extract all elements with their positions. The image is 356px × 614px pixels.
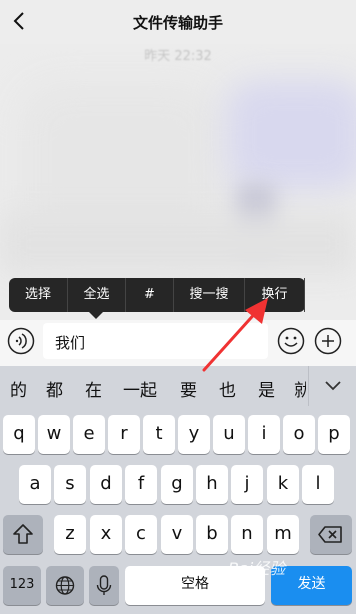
key-j[interactable]: j: [231, 465, 263, 504]
shift-icon: [13, 524, 33, 544]
key-u[interactable]: u: [213, 415, 245, 454]
context-menu: 选择 全选 # 搜一搜 换行: [9, 278, 305, 319]
message-input-text: 我们: [55, 334, 86, 352]
message-input[interactable]: 我们: [43, 323, 268, 359]
candidate-bar: 的 都 在 一起 要 也 是 就: [0, 366, 356, 406]
numbers-key[interactable]: 123: [3, 566, 41, 605]
plus-icon[interactable]: [314, 327, 342, 355]
key-m[interactable]: m: [267, 515, 299, 554]
key-z[interactable]: z: [54, 515, 86, 554]
emoji-icon[interactable]: [277, 327, 305, 355]
globe-icon: [55, 576, 75, 595]
key-g[interactable]: g: [161, 465, 193, 504]
candidate-word[interactable]: 要: [180, 376, 197, 401]
blurred-message-bubble: [226, 80, 356, 190]
key-y[interactable]: y: [178, 415, 210, 454]
candidate-word[interactable]: 一起: [123, 376, 157, 401]
menu-select[interactable]: 选择: [9, 278, 68, 312]
key-k[interactable]: k: [267, 465, 299, 504]
key-t[interactable]: t: [143, 415, 175, 454]
chat-title: 文件传输助手: [132, 14, 223, 32]
menu-select-all[interactable]: 全选: [68, 278, 126, 312]
watermark: Bai经验: [228, 559, 286, 578]
candidate-word[interactable]: 的: [10, 376, 27, 401]
microphone-key[interactable]: [89, 566, 119, 605]
key-a[interactable]: a: [19, 465, 51, 504]
chevron-down-icon: [325, 381, 341, 391]
menu-search[interactable]: 搜一搜: [174, 278, 245, 312]
key-f[interactable]: f: [125, 465, 157, 504]
menu-hashtag[interactable]: #: [126, 278, 174, 312]
key-w[interactable]: w: [38, 415, 70, 454]
blurred-message: [0, 214, 356, 274]
key-n[interactable]: n: [231, 515, 263, 554]
candidate-word[interactable]: 就: [294, 376, 306, 401]
key-e[interactable]: e: [73, 415, 105, 454]
key-q[interactable]: q: [3, 415, 35, 454]
key-d[interactable]: d: [90, 465, 122, 504]
key-o[interactable]: o: [283, 415, 315, 454]
key-v[interactable]: v: [161, 515, 193, 554]
expand-candidates-button[interactable]: [308, 366, 356, 406]
key-h[interactable]: h: [196, 465, 228, 504]
voice-icon[interactable]: [7, 327, 35, 355]
microphone-icon: [96, 575, 112, 595]
candidate-word[interactable]: 是: [258, 376, 275, 401]
backspace-icon: [318, 526, 342, 543]
backspace-key[interactable]: [310, 515, 352, 554]
key-b[interactable]: b: [196, 515, 228, 554]
globe-key[interactable]: [46, 566, 84, 605]
key-s[interactable]: s: [54, 465, 86, 504]
chat-timestamp: 昨天 22:32: [144, 49, 212, 64]
keyboard: 的 都 在 一起 要 也 是 就 q w e r t y u i o p a s…: [0, 366, 356, 614]
input-bar: 我们: [0, 320, 356, 366]
key-r[interactable]: r: [108, 415, 140, 454]
candidate-word[interactable]: 都: [46, 376, 63, 401]
key-p[interactable]: p: [318, 415, 350, 454]
shift-key[interactable]: [3, 515, 43, 554]
candidate-word[interactable]: 在: [85, 376, 102, 401]
key-l[interactable]: l: [302, 465, 334, 504]
candidate-word[interactable]: 也: [219, 376, 236, 401]
key-c[interactable]: c: [125, 515, 157, 554]
menu-newline[interactable]: 换行: [245, 278, 305, 312]
key-i[interactable]: i: [248, 415, 280, 454]
nav-bar: 文件传输助手: [0, 0, 356, 44]
menu-caret: [89, 312, 103, 319]
key-x[interactable]: x: [90, 515, 122, 554]
